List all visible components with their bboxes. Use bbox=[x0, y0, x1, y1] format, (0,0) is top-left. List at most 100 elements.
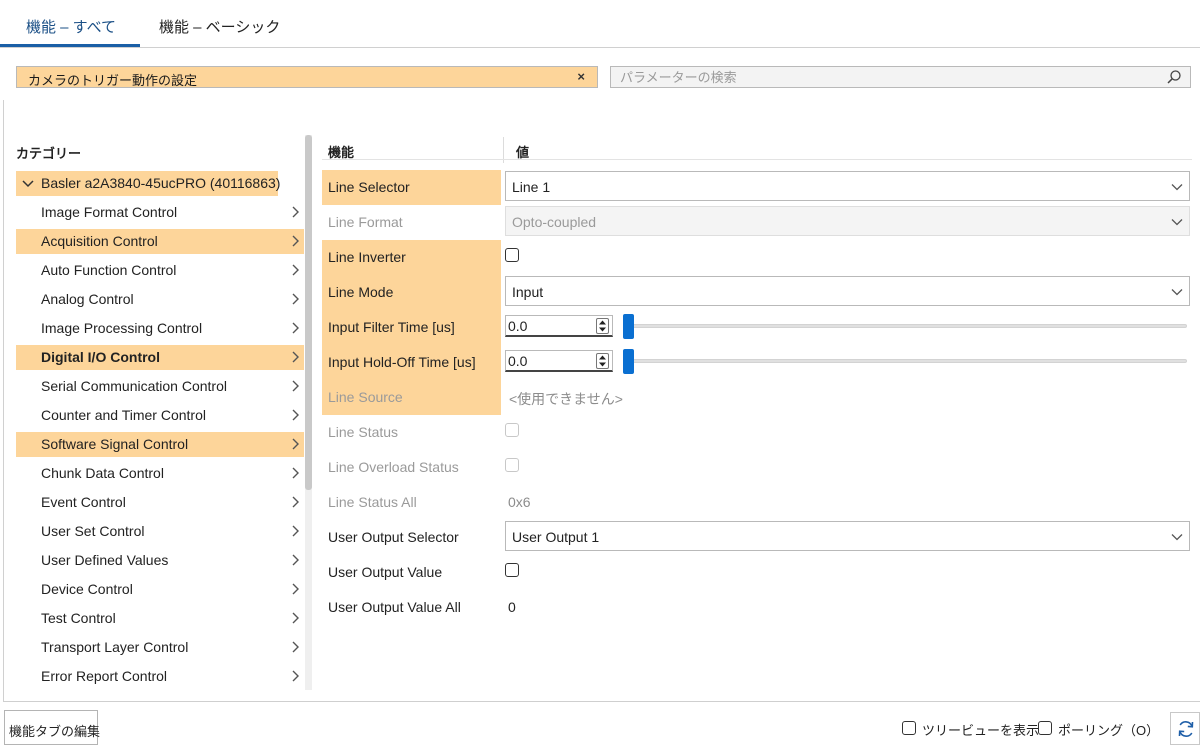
category-item-label: User Defined Values bbox=[41, 552, 169, 568]
chevron-down-icon[interactable] bbox=[22, 179, 34, 188]
category-item[interactable]: Chunk Data Control bbox=[16, 461, 304, 486]
category-item[interactable]: Test Control bbox=[16, 606, 304, 631]
feature-value-checkbox[interactable] bbox=[505, 563, 519, 577]
category-item[interactable]: Digital I/O Control bbox=[16, 345, 304, 370]
spin-arrows-icon[interactable] bbox=[597, 354, 608, 368]
chevron-right-icon[interactable] bbox=[290, 612, 300, 624]
chevron-right-icon[interactable] bbox=[290, 322, 300, 334]
chevron-right-icon[interactable] bbox=[290, 670, 300, 682]
parameter-search[interactable] bbox=[610, 66, 1191, 88]
dropdown-selected-value: User Output 1 bbox=[512, 529, 600, 545]
number-input[interactable] bbox=[506, 316, 594, 335]
parameter-search-input[interactable] bbox=[611, 67, 1161, 87]
feature-value-dropdown: Opto-coupled bbox=[505, 206, 1190, 236]
chevron-right-icon[interactable] bbox=[290, 293, 300, 305]
tab-bar: 機能 – すべて 機能 – ベーシック bbox=[0, 0, 1200, 48]
category-item-label: Serial Communication Control bbox=[41, 378, 227, 394]
edit-feature-tabs-label: 機能タブの編集 bbox=[9, 724, 101, 739]
spin-buttons[interactable] bbox=[596, 318, 609, 334]
slider-track[interactable] bbox=[632, 359, 1187, 363]
polling-checkbox[interactable] bbox=[1038, 721, 1052, 735]
category-item[interactable]: Acquisition Control bbox=[16, 229, 304, 254]
dropdown-selected-value: Opto-coupled bbox=[512, 214, 597, 230]
chevron-right-icon[interactable] bbox=[290, 554, 300, 566]
category-item[interactable]: Serial Communication Control bbox=[16, 374, 304, 399]
slider-track[interactable] bbox=[632, 324, 1187, 328]
category-item-label: Error Report Control bbox=[41, 668, 168, 684]
category-item-label: Digital I/O Control bbox=[41, 349, 160, 365]
active-tab-indicator bbox=[0, 44, 140, 47]
feature-value-number[interactable] bbox=[505, 350, 613, 372]
category-item-label: Auto Function Control bbox=[41, 262, 177, 278]
category-item[interactable]: Analog Control bbox=[16, 287, 304, 312]
polling-label: ポーリング（O） bbox=[1058, 723, 1160, 738]
slider-thumb[interactable] bbox=[623, 349, 634, 374]
slider-thumb[interactable] bbox=[623, 314, 634, 339]
tree-view-label: ツリービューを表示 bbox=[922, 723, 1040, 738]
filter-chip[interactable]: カメラのトリガー動作の設定 × bbox=[16, 66, 598, 88]
category-item[interactable]: User Set Control bbox=[16, 519, 304, 544]
category-item[interactable]: Software Signal Control bbox=[16, 432, 304, 457]
chevron-right-icon[interactable] bbox=[290, 496, 300, 508]
category-item[interactable]: Counter and Timer Control bbox=[16, 403, 304, 428]
category-item-label: Analog Control bbox=[41, 291, 134, 307]
feature-name: Line Inverter bbox=[328, 249, 406, 265]
tab-features-basic[interactable]: 機能 – ベーシック bbox=[159, 16, 280, 37]
chevron-right-icon[interactable] bbox=[290, 409, 300, 421]
number-input[interactable] bbox=[506, 351, 594, 370]
chevron-down-icon bbox=[1171, 534, 1183, 541]
tab-features-all[interactable]: 機能 – すべて bbox=[26, 16, 116, 37]
chevron-down-icon bbox=[1171, 289, 1183, 296]
feature-value-number[interactable] bbox=[505, 315, 613, 337]
category-item-label: Image Processing Control bbox=[41, 320, 203, 336]
category-item-label: Transport Layer Control bbox=[41, 639, 189, 655]
feature-value-dropdown[interactable]: User Output 1 bbox=[505, 521, 1190, 551]
category-item-label: Acquisition Control bbox=[41, 233, 158, 249]
chevron-right-icon[interactable] bbox=[290, 264, 300, 276]
dropdown-selected-value: Input bbox=[512, 284, 544, 300]
category-item[interactable]: User Defined Values bbox=[16, 548, 304, 573]
chevron-right-icon[interactable] bbox=[290, 206, 300, 218]
chevron-right-icon[interactable] bbox=[290, 525, 300, 537]
category-item[interactable]: Auto Function Control bbox=[16, 258, 304, 283]
chevron-right-icon[interactable] bbox=[290, 438, 300, 450]
refresh-button[interactable] bbox=[1170, 712, 1200, 745]
edit-feature-tabs-button[interactable]: 機能タブの編集 bbox=[4, 710, 101, 745]
chevron-right-icon[interactable] bbox=[290, 583, 300, 595]
feature-name: User Output Value All bbox=[328, 599, 461, 615]
category-item-label: Event Control bbox=[41, 494, 126, 510]
chevron-right-icon[interactable] bbox=[290, 467, 300, 479]
dropdown-selected-value: Line 1 bbox=[512, 179, 551, 195]
feature-value-checkbox bbox=[505, 423, 519, 437]
tree-view-checkbox[interactable] bbox=[902, 721, 916, 735]
category-item-label: Device Control bbox=[41, 581, 133, 597]
chevron-right-icon[interactable] bbox=[290, 235, 300, 247]
feature-value-dropdown[interactable]: Input bbox=[505, 276, 1190, 306]
category-root-device[interactable]: Basler a2A3840-45ucPRO (40116863) bbox=[16, 171, 280, 196]
spin-buttons[interactable] bbox=[596, 353, 609, 369]
chevron-right-icon[interactable] bbox=[290, 351, 300, 363]
feature-name: User Output Value bbox=[328, 564, 443, 580]
category-item[interactable]: Image Format Control bbox=[16, 200, 304, 225]
chevron-down-icon bbox=[1171, 219, 1183, 226]
category-item[interactable]: Event Control bbox=[16, 490, 304, 515]
chevron-right-icon[interactable] bbox=[290, 380, 300, 392]
category-item[interactable]: Error Report Control bbox=[16, 664, 304, 689]
category-item[interactable]: Transport Layer Control bbox=[16, 635, 304, 660]
category-item[interactable]: Device Control bbox=[16, 577, 304, 602]
category-item-label: Chunk Data Control bbox=[41, 465, 164, 481]
feature-value-checkbox[interactable] bbox=[505, 248, 519, 262]
category-item-label: User Set Control bbox=[41, 523, 145, 539]
chevron-down-icon bbox=[1171, 184, 1183, 191]
spin-arrows-icon[interactable] bbox=[597, 319, 608, 333]
search-icon[interactable] bbox=[1166, 69, 1182, 85]
category-item-label: Image Format Control bbox=[41, 204, 178, 220]
category-item[interactable]: Image Processing Control bbox=[16, 316, 304, 341]
category-scrollbar-thumb[interactable] bbox=[305, 135, 312, 490]
feature-name: Input Hold-Off Time [us] bbox=[328, 354, 476, 370]
feature-value-dropdown[interactable]: Line 1 bbox=[505, 171, 1190, 201]
chevron-right-icon[interactable] bbox=[290, 641, 300, 653]
clear-filter-icon[interactable]: × bbox=[577, 69, 585, 84]
feature-name: Line Overload Status bbox=[328, 459, 459, 475]
refresh-icon bbox=[1178, 721, 1194, 737]
